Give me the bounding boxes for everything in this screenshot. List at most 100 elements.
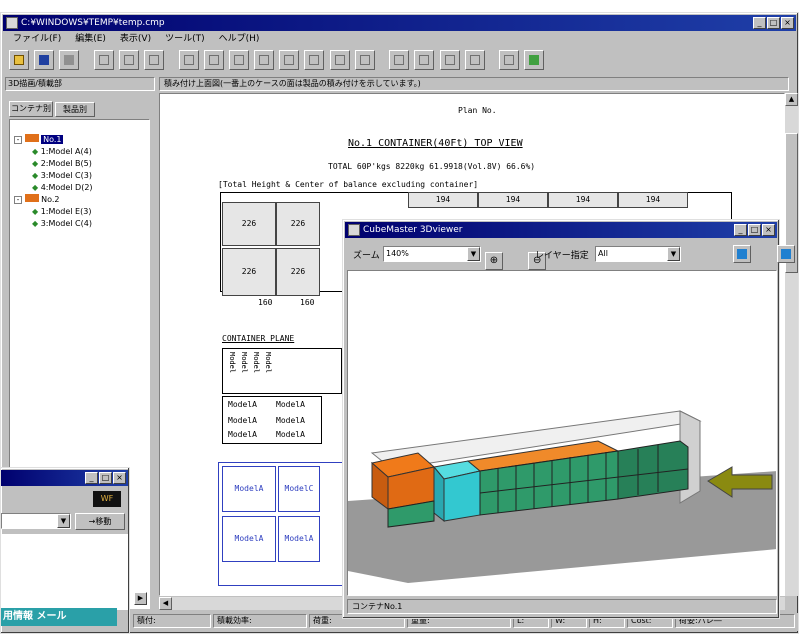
viewer-maximize-button[interactable]: □ <box>748 224 761 236</box>
chevron-down-icon[interactable]: ▼ <box>667 247 680 261</box>
side-label: Model <box>252 352 260 374</box>
chevron-down-icon[interactable]: ▼ <box>467 247 480 261</box>
layer-select[interactable]: All ▼ <box>595 246 681 262</box>
tree-item[interactable]: ◆ 2:Model B(5) <box>32 158 92 170</box>
menu-help[interactable]: ヘルプ(H) <box>219 32 260 47</box>
model-table-cell: ModelA <box>228 430 257 439</box>
menu-edit[interactable]: 編集(E) <box>75 32 106 47</box>
app-icon <box>6 17 18 29</box>
menu-file[interactable]: ファイル(F) <box>13 32 61 47</box>
vertical-scrollbar[interactable]: ▲ <box>785 93 798 596</box>
total-line: TOTAL 60P'kgs 8220kg 61.9918(Vol.8V) 66.… <box>328 162 536 171</box>
main-title-bar[interactable]: C:¥WINDOWS¥TEMP¥temp.cmp _ □ × <box>3 15 796 31</box>
tree-item[interactable]: ◆ 1:Model A(4) <box>32 146 92 158</box>
dim-label: 160 <box>258 298 273 307</box>
viewer-close-button[interactable]: × <box>762 224 775 236</box>
3d-viewer-icon[interactable] <box>524 50 545 70</box>
save-icon[interactable] <box>34 50 55 70</box>
minimize-button[interactable]: _ <box>753 17 766 29</box>
copy-icon[interactable] <box>118 50 139 70</box>
container-icon <box>24 134 39 142</box>
tool-icon-6[interactable] <box>354 50 375 70</box>
tool-icon-3[interactable] <box>279 50 300 70</box>
tool-icon-8[interactable] <box>414 50 435 70</box>
model-table-cell: ModelA <box>276 430 305 439</box>
scroll-left-icon[interactable]: ◀ <box>159 597 172 610</box>
next-layer-icon[interactable] <box>776 245 795 263</box>
secondary-minimize-button[interactable]: _ <box>85 472 98 484</box>
side-label: Model <box>228 352 236 374</box>
tab-product[interactable]: 製品別 <box>55 102 95 117</box>
collapse-icon[interactable]: - <box>14 196 22 204</box>
info-bar: 積み付け上面図(一番上のケースの面は製品の積み付けを示しています。) <box>159 77 789 91</box>
tool-icon-9[interactable] <box>439 50 460 70</box>
tree-item[interactable]: ◆ 3:Model C(3) <box>32 170 92 182</box>
tool-icon-11[interactable] <box>499 50 520 70</box>
viewer-app-icon <box>348 224 360 236</box>
secondary-close-button[interactable]: × <box>113 472 126 484</box>
viewer-toolbar: ズーム 140% ▼ ⊕ ⊖ レイヤー指定 All ▼ <box>347 242 795 270</box>
cut-icon[interactable] <box>93 50 114 70</box>
secondary-maximize-button[interactable]: □ <box>99 472 112 484</box>
model-table-cell: ModelA <box>276 400 305 409</box>
menu-tools[interactable]: ツール(T) <box>165 32 205 47</box>
zoom-label: ズーム <box>353 251 380 261</box>
move-button[interactable]: →移動 <box>75 513 125 530</box>
viewer-minimize-button[interactable]: _ <box>734 224 747 236</box>
tool-icon-5[interactable] <box>329 50 350 70</box>
bottom-cell: ModelA <box>222 516 276 562</box>
top-row-cell: 194 <box>548 192 618 208</box>
paste-icon[interactable] <box>144 50 165 70</box>
grid-cell: 226 <box>276 248 320 296</box>
main-window-title: C:¥WINDOWS¥TEMP¥temp.cmp <box>21 18 165 28</box>
layer-label: レイヤー指定 <box>535 251 589 261</box>
side-label: Model <box>264 352 272 374</box>
menu-view[interactable]: 表示(V) <box>120 32 151 47</box>
zoom-select[interactable]: 140% ▼ <box>383 246 481 262</box>
open-icon[interactable] <box>9 50 29 70</box>
scroll-up-icon[interactable]: ▲ <box>785 93 798 106</box>
bottom-cell: ModelC <box>278 466 320 512</box>
banner[interactable]: 用情報 メール <box>1 608 117 626</box>
top-row-cell: 194 <box>408 192 478 208</box>
tree-container-2[interactable]: - No.2 <box>14 194 59 206</box>
grid-cell: 226 <box>276 202 320 246</box>
container-icon <box>24 194 39 202</box>
undo-icon[interactable] <box>178 50 199 70</box>
tool-icon-2[interactable] <box>254 50 275 70</box>
toolbar <box>9 50 789 74</box>
chevron-down-icon[interactable]: ▼ <box>57 514 70 528</box>
item-icon: ◆ <box>32 159 39 168</box>
item-icon: ◆ <box>32 171 39 180</box>
tree-scroll-arrow[interactable]: ▶ <box>134 592 147 605</box>
address-select[interactable]: ▼ <box>1 513 71 529</box>
item-icon: ◆ <box>32 207 39 216</box>
tool-icon-1[interactable] <box>228 50 249 70</box>
tree-container-1[interactable]: - No.1 <box>14 134 64 146</box>
redo-icon[interactable] <box>203 50 224 70</box>
drawing-title: No.1 CONTAINER(40Ft) TOP VIEW <box>348 138 523 149</box>
close-button[interactable]: × <box>781 17 794 29</box>
maximize-button[interactable]: □ <box>767 17 780 29</box>
zoom-in-icon[interactable]: ⊕ <box>485 252 503 270</box>
collapse-icon[interactable]: - <box>14 136 22 144</box>
print-icon[interactable] <box>59 50 80 70</box>
bottom-cell: ModelA <box>222 466 276 512</box>
tool-icon-10[interactable] <box>464 50 485 70</box>
3d-canvas[interactable] <box>347 270 777 596</box>
tree-item[interactable]: ◆ 4:Model D(2) <box>32 182 93 194</box>
prev-layer-icon[interactable] <box>733 245 752 263</box>
tree-item[interactable]: ◆ 3:Model C(4) <box>32 218 92 230</box>
tab-container[interactable]: コンテナ別 <box>9 101 53 117</box>
item-icon: ◆ <box>32 147 39 156</box>
side-label: Model <box>240 352 248 374</box>
left-panel-header: 3D描画/積載部 <box>5 77 155 91</box>
tool-icon-7[interactable] <box>389 50 410 70</box>
viewer-title-bar[interactable]: CubeMaster 3Dviewer _ □ × <box>345 222 777 238</box>
model-table-cell: ModelA <box>276 416 305 425</box>
tree-item[interactable]: ◆ 1:Model E(3) <box>32 206 91 218</box>
drawing-subtitle: [Total Height & Center of balance exclud… <box>218 180 479 189</box>
secondary-title-bar[interactable]: _ □ × <box>1 470 128 486</box>
tool-icon-4[interactable] <box>304 50 325 70</box>
bottom-cell: ModelA <box>278 516 320 562</box>
